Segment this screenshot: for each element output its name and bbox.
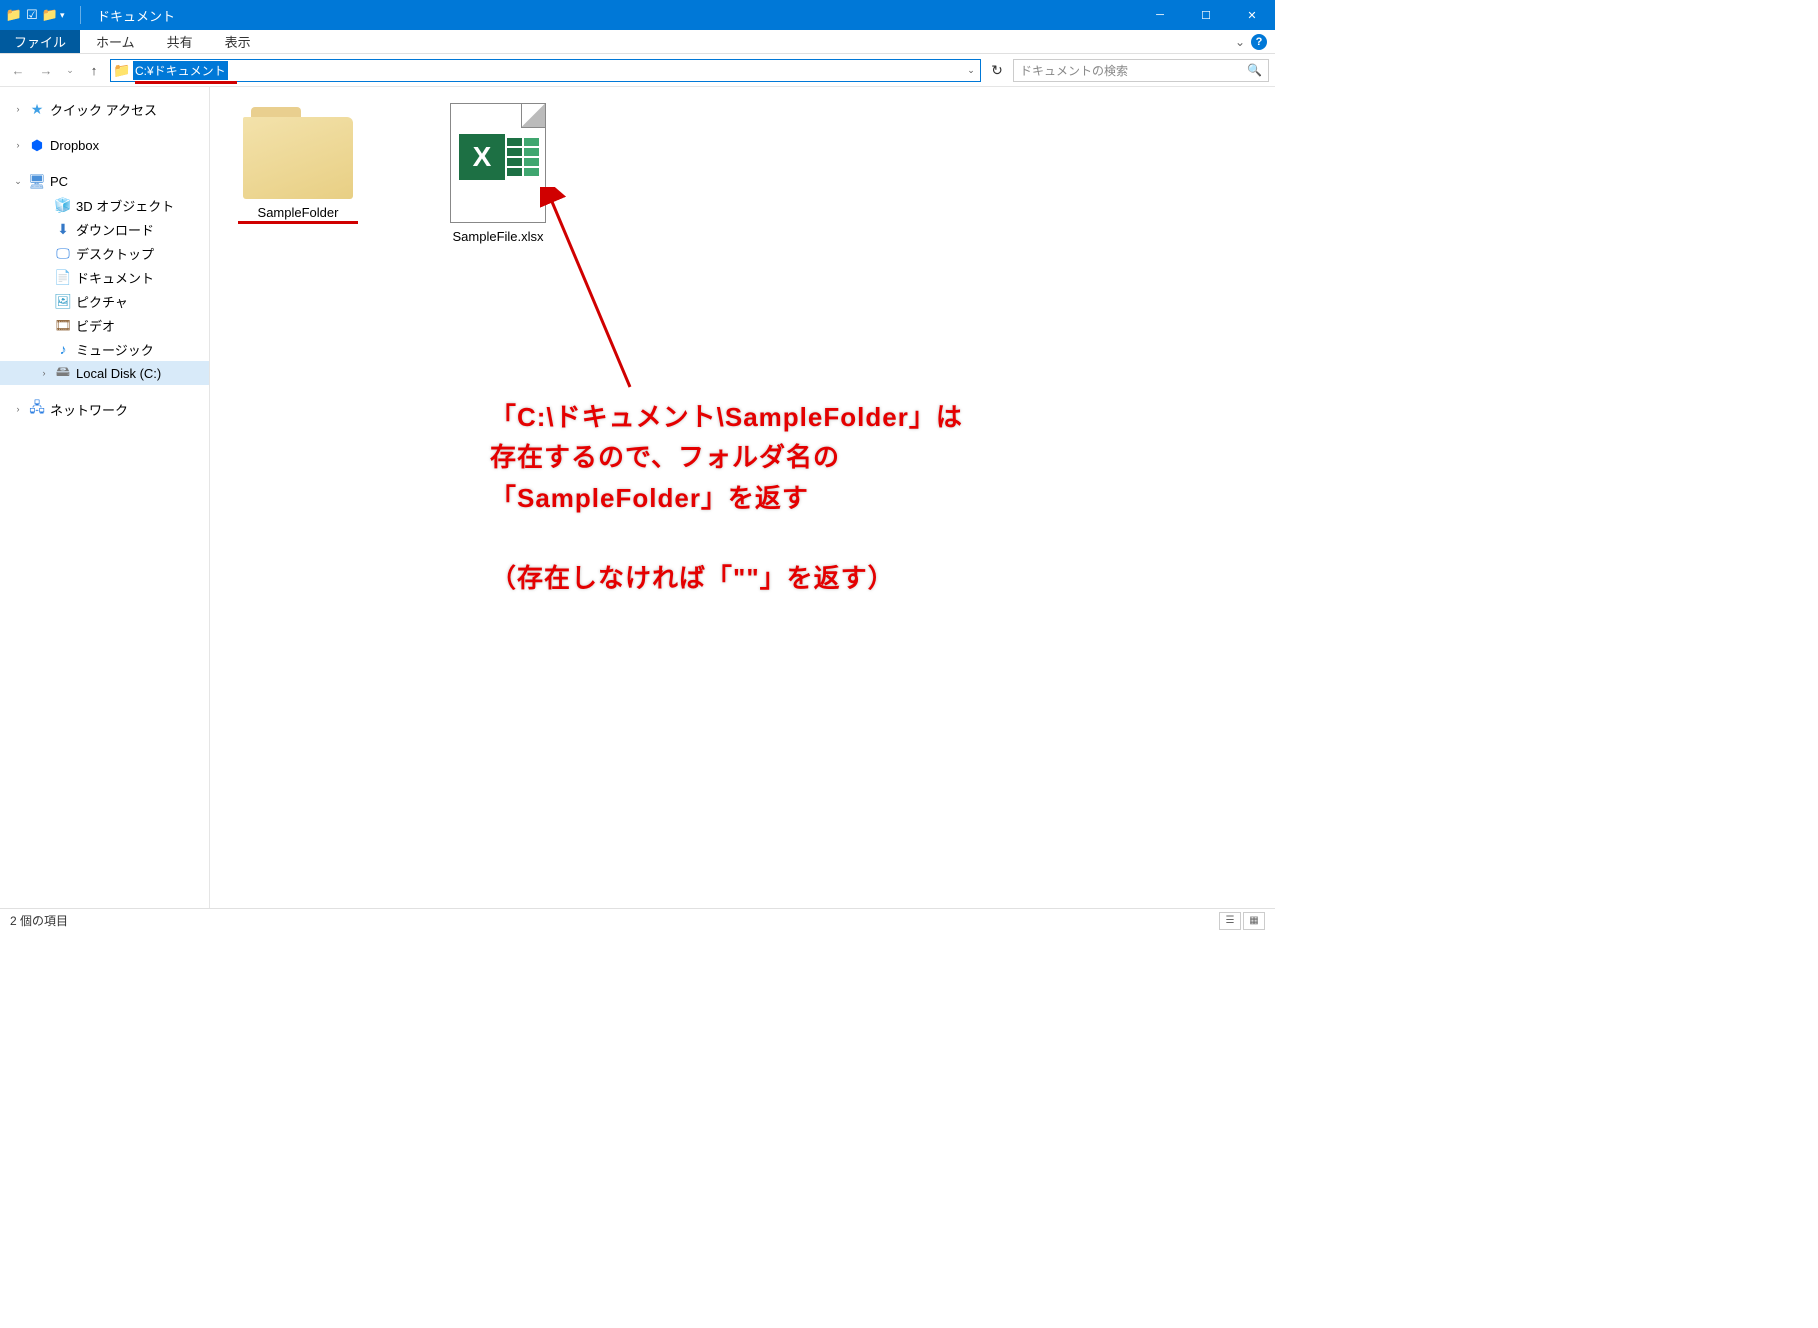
tab-share[interactable]: 共有 <box>151 30 209 53</box>
pc-icon: 🖥 <box>28 173 46 190</box>
annotation-underline-address <box>135 81 237 84</box>
folder-icon: 📁 <box>6 7 22 23</box>
nav-pc[interactable]: ⌄🖥 PC <box>0 169 209 193</box>
address-bar[interactable]: 📁 C:¥ドキュメント ⌄ <box>110 59 981 82</box>
search-input[interactable]: ドキュメントの検索 🔍 <box>1013 59 1269 82</box>
nav-history-dropdown[interactable]: ⌄ <box>62 58 78 82</box>
nav-documents[interactable]: ›📄ドキュメント <box>0 265 209 289</box>
view-details-button[interactable]: ☰ <box>1219 912 1241 930</box>
maximize-button[interactable]: ☐ <box>1183 0 1229 30</box>
videos-icon: 🎞 <box>54 317 72 334</box>
address-toolbar: ← → ⌄ ↑ 📁 C:¥ドキュメント ⌄ ↻ ドキュメントの検索 🔍 <box>0 54 1275 86</box>
address-folder-icon: 📁 <box>111 62 133 79</box>
folder-small-icon: 📁 <box>42 7 58 23</box>
status-bar: 2 個の項目 ☰ ▦ <box>0 908 1275 932</box>
nav-pictures[interactable]: ›🖼ピクチャ <box>0 289 209 313</box>
ribbon-collapse-icon[interactable]: ⌄ <box>1235 35 1245 49</box>
nav-desktop[interactable]: ›🖵デスクトップ <box>0 241 209 265</box>
item-label: SampleFile.xlsx <box>452 229 543 244</box>
nav-up-button[interactable]: ↑ <box>82 58 106 82</box>
nav-local-disk-c[interactable]: ›🖴Local Disk (C:) <box>0 361 209 385</box>
help-icon[interactable]: ? <box>1251 34 1267 50</box>
nav-downloads[interactable]: ›⬇ダウンロード <box>0 217 209 241</box>
nav-forward-button[interactable]: → <box>34 58 58 82</box>
nav-music[interactable]: ›♪ミュージック <box>0 337 209 361</box>
address-path[interactable]: C:¥ドキュメント <box>133 61 228 80</box>
network-icon: 🖧 <box>28 397 46 421</box>
dropbox-icon: ⬢ <box>28 137 46 154</box>
music-icon: ♪ <box>54 341 72 357</box>
disk-icon: 🖴 <box>54 361 72 385</box>
nav-3d-objects[interactable]: ›🧊3D オブジェクト <box>0 193 209 217</box>
folder-large-icon <box>243 103 353 199</box>
nav-back-button[interactable]: ← <box>6 58 30 82</box>
search-placeholder: ドキュメントの検索 <box>1020 62 1128 79</box>
minimize-button[interactable]: ─ <box>1137 0 1183 30</box>
refresh-button[interactable]: ↻ <box>985 62 1009 79</box>
nav-dropbox[interactable]: ›⬢ Dropbox <box>0 133 209 157</box>
search-icon[interactable]: 🔍 <box>1247 63 1262 77</box>
tab-file[interactable]: ファイル <box>0 30 80 53</box>
title-bar: 📁 ☑ 📁 ▾ ドキュメント ─ ☐ ✕ <box>0 0 1275 30</box>
close-button[interactable]: ✕ <box>1229 0 1275 30</box>
address-dropdown-icon[interactable]: ⌄ <box>962 65 980 76</box>
excel-file-icon: X <box>450 103 546 223</box>
item-label: SampleFolder <box>258 205 339 220</box>
view-icons-button[interactable]: ▦ <box>1243 912 1265 930</box>
tab-home[interactable]: ホーム <box>80 30 151 53</box>
download-icon: ⬇ <box>54 221 72 238</box>
qat-dropdown-icon[interactable]: ▾ <box>60 10 70 21</box>
status-item-count: 2 個の項目 <box>10 912 68 929</box>
pictures-icon: 🖼 <box>54 293 72 310</box>
annotation-text: 「C:\ドキュメント\SampleFolder」は 存在するので、フォルダ名の … <box>490 397 963 598</box>
nav-quick-access[interactable]: ›★ クイック アクセス <box>0 97 209 121</box>
desktop-icon: 🖵 <box>54 245 72 262</box>
item-samplefolder[interactable]: SampleFolder <box>228 103 368 220</box>
ribbon-bar: ファイル ホーム 共有 表示 ⌄ ? <box>0 30 1275 54</box>
star-icon: ★ <box>28 101 46 118</box>
tab-view[interactable]: 表示 <box>209 30 267 53</box>
nav-network[interactable]: ›🖧 ネットワーク <box>0 397 209 421</box>
window-title: ドキュメント <box>97 6 175 25</box>
content-pane[interactable]: SampleFolder X SampleFile.xlsx 「C:\ドキュメン… <box>210 87 1275 908</box>
qat-properties-icon[interactable]: ☑ <box>24 7 40 23</box>
nav-videos[interactable]: ›🎞ビデオ <box>0 313 209 337</box>
navigation-pane: ›★ クイック アクセス ›⬢ Dropbox ⌄🖥 PC ›🧊3D オブジェク… <box>0 87 210 908</box>
annotation-underline-folder <box>238 221 358 224</box>
cube-icon: 🧊 <box>54 197 72 214</box>
document-icon: 📄 <box>54 269 72 286</box>
item-samplefile-xlsx[interactable]: X SampleFile.xlsx <box>428 103 568 244</box>
